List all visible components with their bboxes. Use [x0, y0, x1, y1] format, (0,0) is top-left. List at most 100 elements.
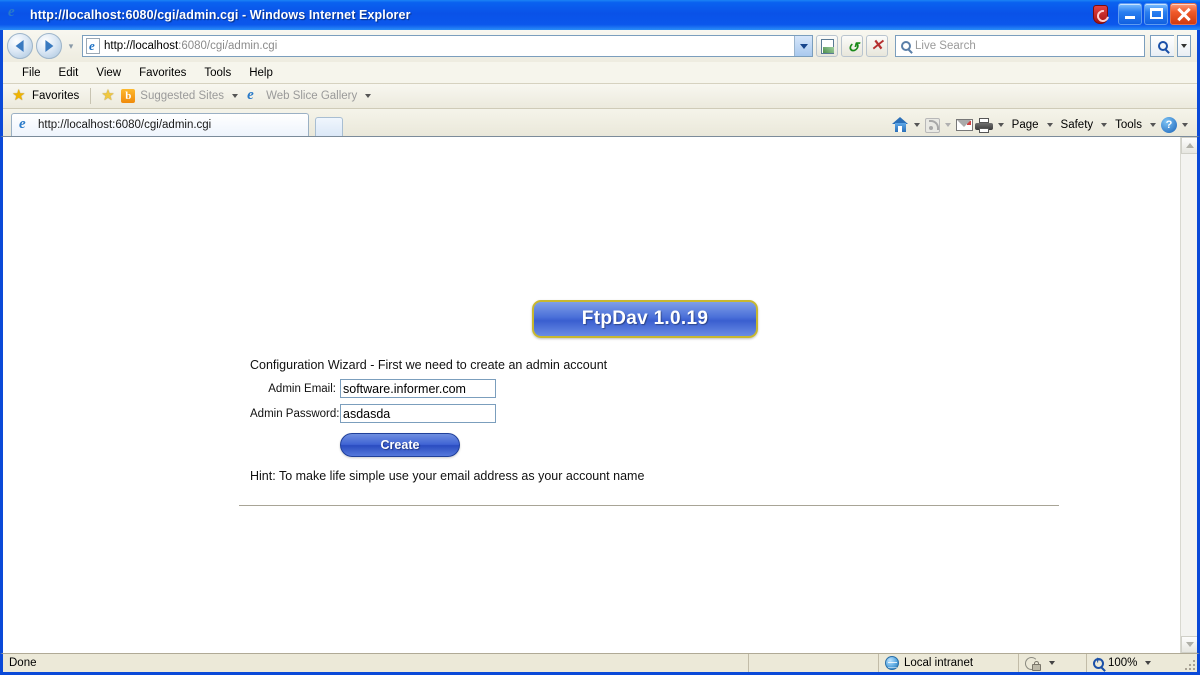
security-shield-icon: [1093, 4, 1108, 24]
minimize-button[interactable]: [1118, 3, 1142, 25]
admin-password-input[interactable]: [340, 404, 496, 423]
address-input[interactable]: http://localhost:6080/cgi/admin.cgi: [82, 35, 813, 57]
menu-item-tools[interactable]: Tools: [195, 65, 240, 81]
web-slice-gallery-icon: [246, 87, 261, 104]
refresh-icon[interactable]: ↺: [841, 35, 863, 57]
horizontal-rule: [239, 505, 1059, 506]
status-bar: Done Local intranet 100%: [0, 653, 1200, 675]
menu-bar: File Edit View Favorites Tools Help: [3, 62, 1197, 84]
mail-icon: [955, 119, 973, 131]
address-url-host: http://localhost: [104, 40, 179, 52]
tab-active[interactable]: http://localhost:6080/cgi/admin.cgi: [11, 113, 309, 136]
page-menu-label[interactable]: Page: [1009, 119, 1042, 131]
zoom-chevron-icon[interactable]: [1145, 661, 1152, 665]
read-mail-button[interactable]: [955, 119, 973, 131]
feeds-chevron-icon: [944, 123, 951, 127]
favorites-star-icon[interactable]: [12, 86, 27, 104]
home-chevron-icon[interactable]: [913, 123, 920, 127]
zoom-icon: [1093, 655, 1104, 669]
tools-menu-label[interactable]: Tools: [1112, 119, 1145, 131]
favorites-divider: [90, 88, 92, 104]
home-button[interactable]: [891, 117, 909, 133]
browser-window: http://localhost:6080/cgi/admin.cgi - Wi…: [0, 0, 1200, 675]
window-controls: [1093, 3, 1197, 25]
favorites-button-label[interactable]: Favorites: [32, 90, 79, 102]
menu-item-favorites[interactable]: Favorites: [130, 65, 195, 81]
help-chevron-icon[interactable]: [1182, 123, 1188, 127]
scroll-up-icon[interactable]: [1181, 137, 1197, 154]
status-pane-blank-1: [748, 654, 878, 672]
rss-feed-icon: [924, 117, 940, 133]
browser-chrome: ▾ http://localhost:6080/cgi/admin.cgi ↺ …: [0, 30, 1200, 136]
menu-item-edit[interactable]: Edit: [50, 65, 88, 81]
ftpdav-logo-text: FtpDav 1.0.19: [581, 308, 709, 329]
page-chevron-icon[interactable]: [1046, 123, 1053, 127]
close-button[interactable]: [1170, 3, 1197, 25]
suggested-sites-icon: b: [121, 89, 136, 103]
stop-icon[interactable]: ✕: [866, 35, 888, 57]
add-to-favorites-icon[interactable]: [101, 86, 116, 104]
help-icon[interactable]: ?: [1161, 117, 1177, 133]
address-dropdown-chevron-icon[interactable]: [794, 36, 812, 56]
search-input[interactable]: Live Search: [895, 35, 1145, 57]
search-icon: [901, 41, 911, 51]
tab-bar: http://localhost:6080/cgi/admin.cgi Page…: [3, 109, 1197, 136]
wizard-heading: Configuration Wizard - First we need to …: [250, 358, 608, 372]
address-url-path: :6080/cgi/admin.cgi: [178, 40, 278, 52]
forward-button[interactable]: [36, 33, 62, 59]
feeds-button[interactable]: [924, 117, 940, 133]
favorites-bar: Favorites b Suggested Sites Web Slice Ga…: [3, 84, 1197, 109]
tab-favicon: [18, 116, 33, 133]
safety-chevron-icon[interactable]: [1101, 123, 1108, 127]
print-button[interactable]: [974, 117, 993, 133]
search-go-icon: [1157, 41, 1168, 51]
safety-menu-label[interactable]: Safety: [1058, 119, 1097, 131]
page-icon: [86, 38, 100, 54]
menu-item-view[interactable]: View: [87, 65, 130, 81]
internet-explorer-icon: [7, 4, 25, 24]
compatibility-view-icon[interactable]: [816, 35, 838, 57]
admin-email-input[interactable]: [340, 379, 496, 398]
printer-icon: [974, 117, 993, 133]
web-slice-gallery-label[interactable]: Web Slice Gallery: [266, 90, 357, 102]
address-toolbar: ▾ http://localhost:6080/cgi/admin.cgi ↺ …: [3, 30, 1197, 62]
web-slice-gallery-chevron-icon[interactable]: [365, 94, 372, 98]
tools-chevron-icon[interactable]: [1150, 123, 1156, 127]
print-chevron-icon[interactable]: [997, 123, 1004, 127]
protected-mode-chevron-icon[interactable]: [1049, 661, 1055, 665]
ftpdav-logo-banner: FtpDav 1.0.19: [532, 300, 758, 338]
internet-zone-icon: [885, 656, 899, 670]
admin-password-row: Admin Password:: [250, 404, 1080, 423]
scroll-down-icon[interactable]: [1181, 636, 1197, 653]
status-text-pane: Done: [3, 654, 748, 672]
suggested-sites-label[interactable]: Suggested Sites: [140, 90, 224, 102]
address-url-text: http://localhost:6080/cgi/admin.cgi: [104, 40, 277, 52]
admin-email-row: Admin Email:: [250, 379, 1080, 398]
hint-text: Hint: To make life simple use your email…: [250, 469, 645, 483]
security-zone-pane[interactable]: Local intranet: [878, 654, 1018, 672]
vertical-scrollbar[interactable]: [1180, 137, 1197, 653]
protected-mode-pane[interactable]: [1018, 654, 1086, 672]
recent-pages-chevron-icon[interactable]: ▾: [65, 41, 77, 51]
menu-item-help[interactable]: Help: [240, 65, 282, 81]
home-icon: [891, 117, 909, 133]
create-button-row: Create: [250, 429, 1080, 457]
admin-account-form: Configuration Wizard - First we need to …: [250, 358, 1080, 483]
search-provider-chevron-icon[interactable]: [1177, 35, 1191, 57]
resize-grip[interactable]: [1181, 656, 1195, 670]
search-go-button[interactable]: [1150, 35, 1174, 57]
suggested-sites-chevron-icon[interactable]: [232, 94, 239, 98]
menu-item-file[interactable]: File: [13, 65, 50, 81]
admin-email-label: Admin Email:: [268, 382, 336, 395]
create-button[interactable]: Create: [340, 433, 460, 457]
zoom-pane[interactable]: 100%: [1086, 654, 1181, 672]
protected-mode-lock-icon: [1025, 656, 1041, 671]
command-bar: Page Safety Tools ?: [891, 117, 1191, 133]
new-tab-button[interactable]: [315, 117, 343, 136]
maximize-button[interactable]: [1144, 3, 1168, 25]
search-placeholder: Live Search: [915, 40, 976, 52]
zoom-level-label: 100%: [1108, 657, 1138, 669]
status-text: Done: [9, 657, 37, 669]
web-page: FtpDav 1.0.19 Configuration Wizard - Fir…: [3, 137, 1180, 653]
back-button[interactable]: [7, 33, 33, 59]
